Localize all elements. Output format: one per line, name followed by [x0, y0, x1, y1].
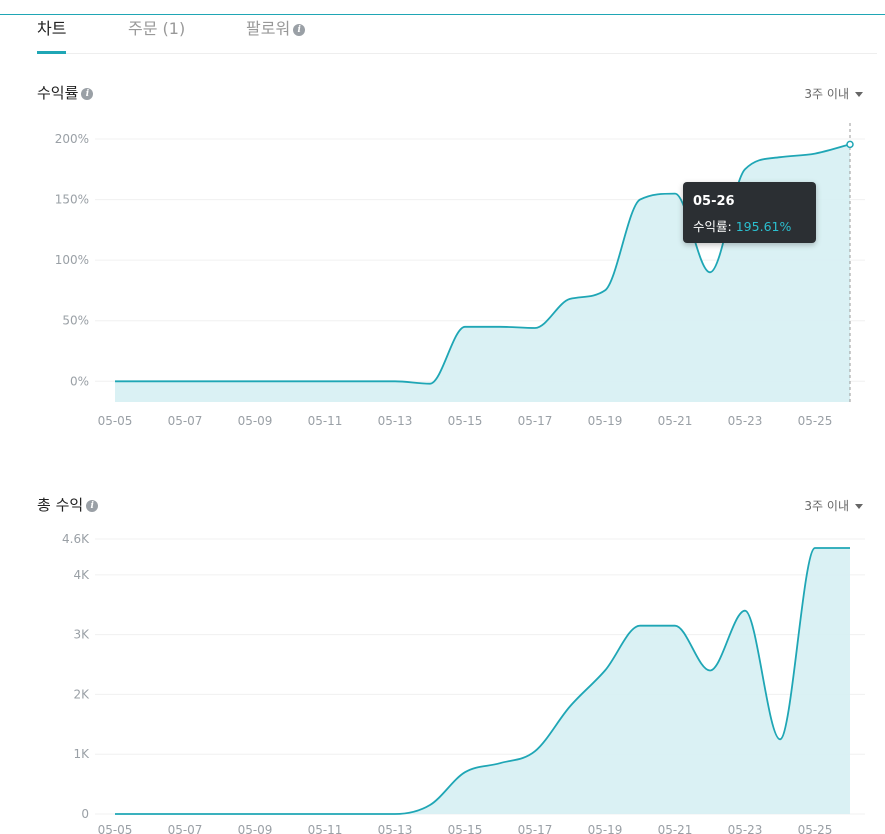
x-tick-label: 05-19: [588, 823, 623, 834]
return-rate-title-text: 수익률: [37, 84, 79, 102]
highlight-point: [846, 140, 854, 149]
x-tick-label: 05-23: [728, 414, 763, 428]
x-tick-label: 05-05: [98, 823, 133, 834]
total-profit-title-text: 총 수익: [37, 496, 84, 514]
x-tick-label: 05-13: [378, 414, 413, 428]
chart-tooltip: 05-26 수익률: 195.61%: [683, 182, 816, 243]
tooltip-value: 195.61%: [735, 219, 792, 234]
return-rate-title: 수익률 i: [37, 82, 94, 103]
total-profit-chart[interactable]: 0 1K 2K 3K 4K 4.6K 05-05 05-07 05-09 05-11 05-13 05…: [0, 530, 885, 834]
tab-followers-label: 팔로워: [246, 19, 291, 38]
total-profit-period-label: 3주 이내: [804, 499, 849, 513]
x-tick-label: 05-13: [378, 823, 413, 834]
tab-orders[interactable]: 주문 (1): [128, 15, 185, 53]
y-tick-label: 4.6K: [62, 532, 90, 546]
x-tick-label: 05-23: [728, 823, 763, 834]
y-tick-label: 100%: [55, 253, 89, 267]
y-tick-label: 1K: [73, 747, 90, 761]
x-tick-label: 05-09: [238, 414, 273, 428]
x-tick-label: 05-17: [518, 414, 553, 428]
x-tick-label: 05-15: [448, 414, 483, 428]
return-rate-period-label: 3주 이내: [804, 87, 849, 101]
y-tick-label: 50%: [62, 314, 89, 328]
tooltip-label: 수익률: [693, 219, 728, 234]
x-tick-label: 05-15: [448, 823, 483, 834]
y-tick-label: 4K: [73, 568, 90, 582]
info-icon[interactable]: i: [81, 87, 94, 100]
x-tick-label: 05-09: [238, 823, 273, 834]
y-tick-label: 0: [81, 807, 89, 821]
x-tick-label: 05-25: [798, 414, 833, 428]
y-tick-label: 0%: [70, 374, 89, 388]
x-tick-label: 05-21: [658, 414, 693, 428]
tab-orders-label: 주문 (1): [128, 19, 186, 38]
x-tick-label: 05-11: [308, 414, 343, 428]
y-tick-label: 200%: [55, 132, 89, 146]
tab-bar: 차트 주문 (1) 팔로워 i: [37, 15, 877, 54]
x-tick-label: 05-21: [658, 823, 693, 834]
tooltip-date: 05-26: [693, 194, 735, 209]
info-icon[interactable]: i: [293, 23, 306, 36]
tab-followers[interactable]: 팔로워 i: [246, 15, 306, 53]
x-tick-label: 05-05: [98, 414, 133, 428]
x-tick-label: 05-17: [518, 823, 553, 834]
tooltip-row: 수익률: 195.61%: [693, 216, 791, 235]
series-area: [115, 548, 850, 814]
tab-chart[interactable]: 차트: [37, 15, 67, 54]
y-tick-label: 150%: [55, 193, 89, 207]
x-tick-label: 05-25: [798, 823, 833, 834]
caret-down-icon: [855, 92, 863, 97]
total-profit-title: 총 수익 i: [37, 494, 99, 515]
total-profit-period-dropdown[interactable]: 3주 이내: [804, 497, 863, 514]
y-tick-label: 3K: [73, 628, 90, 642]
tooltip-colon: :: [727, 219, 732, 234]
x-tick-label: 05-19: [588, 414, 623, 428]
x-tick-label: 05-07: [168, 823, 203, 834]
return-rate-period-dropdown[interactable]: 3주 이내: [804, 85, 863, 102]
info-icon[interactable]: i: [86, 499, 99, 512]
caret-down-icon: [855, 504, 863, 509]
tab-chart-label: 차트: [37, 19, 67, 38]
x-tick-label: 05-11: [308, 823, 343, 834]
return-rate-chart[interactable]: 0% 50% 100% 150% 200% 05-05 05-07 05-09 05-11 05-…: [0, 120, 885, 440]
y-tick-label: 2K: [73, 687, 90, 701]
x-tick-label: 05-07: [168, 414, 203, 428]
